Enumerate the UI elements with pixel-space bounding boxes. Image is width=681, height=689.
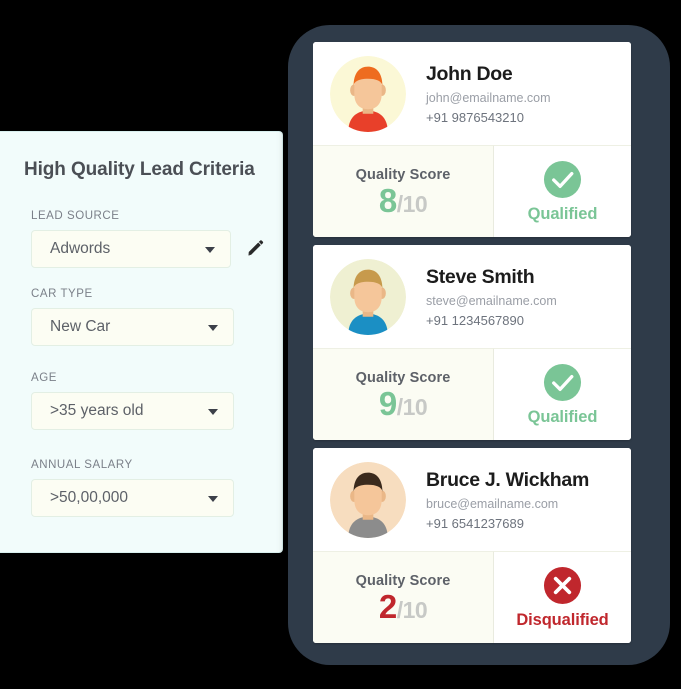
select-value-lead-source: Adwords [50,240,111,257]
chevron-down-icon [205,247,215,253]
field-label-annual-salary: ANNUAL SALARY [31,459,133,471]
app-canvas: High Quality Lead Criteria LEAD SOURCE A… [0,0,681,689]
quality-score-cell: Quality Score 8/10 [313,145,494,237]
lead-name: Bruce J. Wickham [426,468,590,491]
check-circle-icon [543,160,582,198]
status-badge: Disqualified [516,610,609,629]
quality-score-value: 2/10 [378,587,428,625]
lead-card-footer: Quality Score 8/10 Qualified [313,145,631,237]
select-row-annual-salary: >50,00,000 [31,479,234,517]
lead-contact-info: John Doe john@emailname.com +91 9876543210 [426,62,551,126]
check-circle-icon [543,363,582,401]
select-row-age: >35 years old [31,392,234,430]
lead-contact-info: Bruce J. Wickham bruce@emailname.com +91 6… [426,468,589,532]
select-value-annual-salary: >50,00,000 [50,489,129,506]
status-badge: Qualified [527,204,598,223]
quality-score-label: Quality Score [355,166,451,183]
quality-score-label: Quality Score [355,369,451,386]
field-lead-source: LEAD SOURCE Adwords [31,210,265,268]
lead-email[interactable]: bruce@emailname.com [426,497,589,512]
field-label-car-type: CAR TYPE [31,288,93,300]
lead-card-footer: Quality Score 2/10 Disqualified [313,551,631,643]
quality-score-cell: Quality Score 9/10 [313,348,494,440]
field-label-age: AGE [31,372,57,384]
lead-card-footer: Quality Score 9/10 Qualified [313,348,631,440]
lead-card[interactable]: Bruce J. Wickham bruce@emailname.com +91 6… [313,448,631,643]
lead-contact-info: Steve Smith steve@emailname.com +91 123456… [426,265,557,329]
lead-name: Steve Smith [426,265,535,288]
x-circle-icon [543,566,582,604]
avatar-john-doe [330,55,406,132]
lead-phone[interactable]: +91 9876543210 [426,110,551,126]
field-car-type: CAR TYPE New Car [31,288,234,346]
field-label-lead-source: LEAD SOURCE [31,210,120,222]
qualification-status-cell: Qualified [494,348,631,440]
select-annual-salary[interactable]: >50,00,000 [31,479,234,517]
pencil-icon[interactable] [245,239,265,259]
chevron-down-icon [208,325,218,331]
lead-phone[interactable]: +91 1234567890 [426,313,557,329]
quality-score-number: 2 [378,587,397,625]
quality-score-denominator: /10 [396,596,428,623]
select-value-age: >35 years old [50,402,144,419]
chevron-down-icon [208,409,218,415]
lead-email[interactable]: steve@emailname.com [426,294,557,309]
field-annual-salary: ANNUAL SALARY >50,00,000 [31,459,234,517]
phone-screen: John Doe john@emailname.com +91 9876543210… [313,42,645,650]
qualification-status-cell: Disqualified [494,551,631,643]
avatar-steve-smith [330,258,406,335]
chevron-down-icon [208,496,218,502]
status-badge: Qualified [527,407,598,426]
quality-score-number: 9 [378,384,397,422]
select-age[interactable]: >35 years old [31,392,234,430]
phone-mockup: John Doe john@emailname.com +91 9876543210… [288,25,670,665]
lead-card[interactable]: Steve Smith steve@emailname.com +91 123456… [313,245,631,440]
select-lead-source[interactable]: Adwords [31,230,231,268]
lead-phone[interactable]: +91 6541237689 [426,516,589,532]
lead-card-header: Steve Smith steve@emailname.com +91 123456… [313,245,631,348]
lead-card-header: Bruce J. Wickham bruce@emailname.com +91 6… [313,448,631,551]
quality-score-denominator: /10 [396,190,428,217]
select-value-car-type: New Car [50,318,111,335]
avatar-bruce-wickham [330,461,406,538]
lead-card[interactable]: John Doe john@emailname.com +91 9876543210… [313,42,631,237]
lead-criteria-panel: High Quality Lead Criteria LEAD SOURCE A… [0,131,283,553]
lead-email[interactable]: john@emailname.com [426,91,551,106]
qualification-status-cell: Qualified [494,145,631,237]
panel-title: High Quality Lead Criteria [24,159,255,180]
select-row-car-type: New Car [31,308,234,346]
lead-card-header: John Doe john@emailname.com +91 9876543210 [313,42,631,145]
quality-score-value: 9/10 [378,384,428,422]
lead-name: John Doe [426,62,513,85]
quality-score-label: Quality Score [355,572,451,589]
select-row-lead-source: Adwords [31,230,265,268]
quality-score-value: 8/10 [378,181,428,219]
field-age: AGE >35 years old [31,372,234,430]
select-car-type[interactable]: New Car [31,308,234,346]
quality-score-cell: Quality Score 2/10 [313,551,494,643]
quality-score-number: 8 [378,181,397,219]
quality-score-denominator: /10 [396,393,428,420]
